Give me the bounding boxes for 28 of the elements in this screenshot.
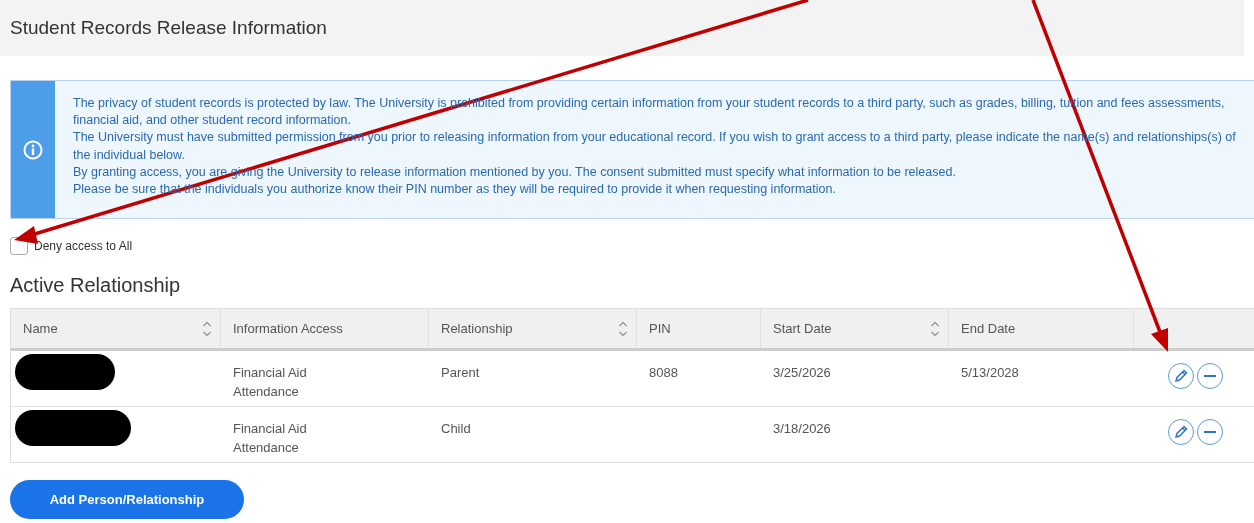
column-header[interactable]: Start Date <box>761 309 949 348</box>
column-header: Information Access <box>221 309 429 348</box>
sort-icon[interactable] <box>618 320 628 337</box>
table-cell: Parent <box>441 365 480 380</box>
remove-icon[interactable] <box>1196 362 1224 390</box>
column-header: PIN <box>637 309 761 348</box>
column-header: End Date <box>949 309 1134 348</box>
sort-icon[interactable] <box>202 320 212 337</box>
page-title: Student Records Release Information <box>10 17 327 39</box>
table-cell: 5/13/2028 <box>961 365 1019 380</box>
remove-icon[interactable] <box>1196 418 1224 446</box>
section-title: Active Relationship <box>10 274 182 297</box>
table-cell-text: Attendance <box>233 439 300 457</box>
table-cell: 3/25/2026 <box>773 365 831 380</box>
column-header[interactable]: Name <box>11 309 221 348</box>
sort-icon[interactable] <box>930 320 940 337</box>
table-cell: 3/18/2026 <box>773 421 831 436</box>
table-cell-text: Attendance <box>233 383 300 401</box>
table-cell: Child <box>441 421 471 436</box>
add-person-button[interactable]: Add Person/Relationship <box>10 480 244 519</box>
table-cell-text: Financial Aid <box>233 364 308 382</box>
column-header[interactable]: Relationship <box>429 309 637 348</box>
edit-icon[interactable] <box>1167 418 1195 446</box>
edit-icon[interactable] <box>1167 362 1195 390</box>
info-icon <box>23 139 43 160</box>
checkbox-label: Deny access to All <box>34 239 133 253</box>
table-cell: 8088 <box>649 365 678 380</box>
table-cell-text: Financial Aid <box>233 420 308 438</box>
